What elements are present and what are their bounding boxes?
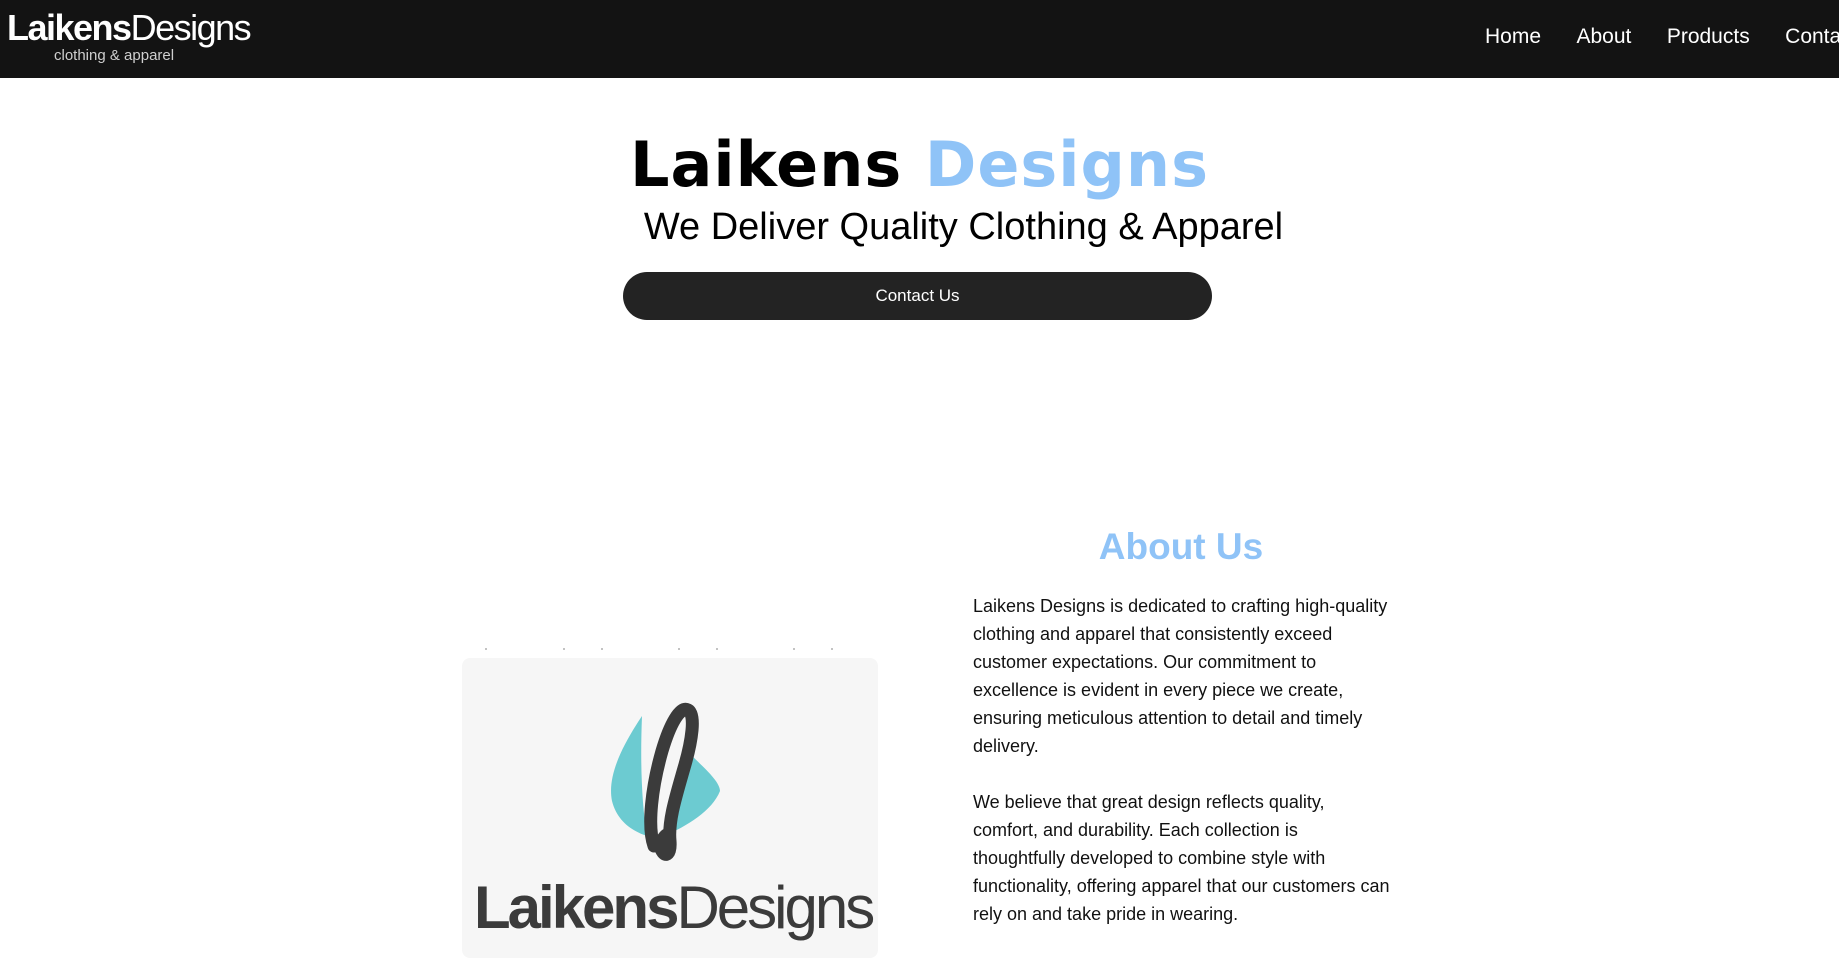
image-loading-dots	[478, 648, 848, 654]
brand-tagline: clothing & apparel	[54, 47, 175, 64]
about-paragraph: Laikens Designs is dedicated to crafting…	[973, 596, 1388, 756]
image-logo-text-bold: Laikens	[474, 874, 679, 941]
dot	[563, 648, 565, 650]
about-title: About Us	[1098, 526, 1264, 567]
nav-link-products[interactable]: Products	[1667, 24, 1750, 50]
leaf-letter-l-icon	[611, 703, 720, 861]
dot	[678, 648, 680, 650]
hero-subtitle: We Deliver Quality Clothing & Apparel	[643, 206, 1284, 248]
nav-link-home[interactable]: Home	[1485, 24, 1541, 50]
contact-us-button[interactable]: Contact Us	[623, 272, 1212, 320]
image-logo-text: LaikensDesigns	[474, 873, 875, 943]
brand-name: LaikensDesigns	[7, 7, 252, 48]
dot	[793, 648, 795, 650]
top-navbar: LaikensDesigns clothing & apparel Home A…	[0, 0, 1839, 78]
nav-link-about[interactable]: About	[1576, 24, 1631, 50]
nav-menu: Home About Products Contact	[1485, 24, 1839, 54]
hero-title-dark: Laikens	[630, 128, 903, 201]
brand-logo[interactable]: LaikensDesigns clothing & apparel	[7, 7, 252, 68]
hero-title-accent: Designs	[924, 128, 1209, 201]
dot	[485, 648, 487, 650]
hero-title: Laikens Designs	[0, 127, 1839, 203]
image-logo-text-light: Designs	[676, 874, 875, 941]
brand-name-light: Designs	[130, 7, 252, 48]
about-image-card: LaikensDesigns	[462, 658, 878, 958]
dot	[831, 648, 833, 650]
dot	[601, 648, 603, 650]
dot	[716, 648, 718, 650]
nav-link-contact[interactable]: Contact	[1785, 24, 1839, 50]
brand-name-bold: Laikens	[7, 7, 132, 48]
about-paragraph: We believe that great design reflects qu…	[973, 792, 1390, 924]
